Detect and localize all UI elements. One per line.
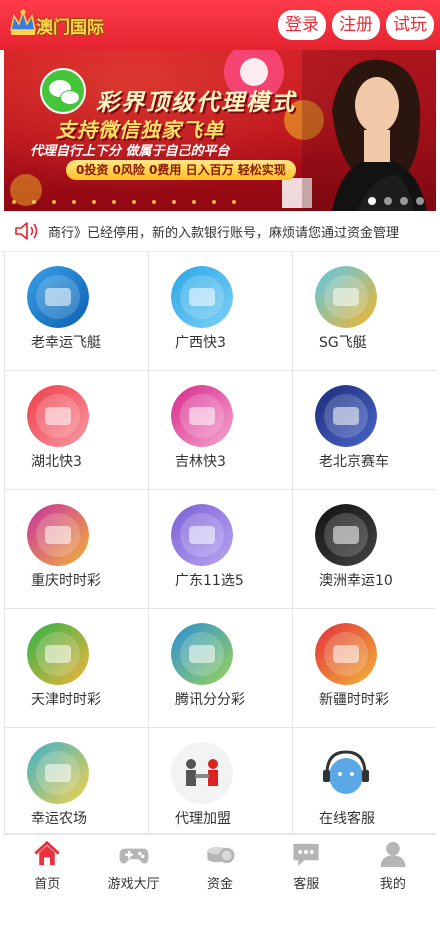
game-tile[interactable]: 重庆时时彩 [5, 490, 149, 609]
racecar-icon [315, 385, 377, 447]
game-tile[interactable]: 代理加盟 [149, 728, 293, 834]
model-photo [302, 50, 436, 211]
logo-text: 澳门国际 [36, 17, 104, 38]
game-tile[interactable]: SG飞艇 [293, 252, 436, 371]
bottom-tabbar: 首页 游戏大厅 资金 客服 我的 [4, 834, 436, 892]
handshake-icon [171, 742, 233, 804]
game-label: 在线客服 [319, 811, 375, 827]
top-header: 澳门国际 登录 注册 试玩 [0, 0, 440, 50]
boat-icon [27, 266, 89, 328]
login-button[interactable]: 登录 [278, 10, 326, 40]
game-grid: 老幸运飞艇 广西快3 SG飞艇湖北快3 吉林快3 老北京赛车重庆时时彩 广东11选5 澳洲幸… [4, 252, 436, 834]
game-tile[interactable]: 老幸运飞艇 [5, 252, 149, 371]
lucky10-icon [315, 504, 377, 566]
game-tile[interactable]: 广西快3 [149, 252, 293, 371]
game-tile[interactable]: 澳洲幸运10 [293, 490, 436, 609]
game-label: 广东11选5 [175, 573, 244, 589]
tab-label: 游戏大厅 [107, 877, 160, 892]
game-tile[interactable]: 老北京赛车 [293, 371, 436, 490]
carousel-dot[interactable] [400, 197, 408, 205]
speaker-icon [15, 222, 38, 240]
carousel-dot[interactable] [416, 197, 424, 205]
headset-icon [315, 742, 377, 804]
game-label: 代理加盟 [175, 811, 231, 827]
promo-banner[interactable]: 彩界顶级代理模式 支持微信独家飞单 代理自行上下分 做属于自己的平台 0投资 0… [4, 50, 436, 211]
tab-user[interactable]: 我的 [350, 835, 436, 892]
tab-home[interactable]: 首页 [4, 835, 90, 892]
game-tile[interactable]: 湖北快3 [5, 371, 149, 490]
carousel-dot[interactable] [368, 197, 376, 205]
game-label: 吉林快3 [175, 454, 226, 470]
trial-button[interactable]: 试玩 [386, 10, 434, 40]
game-label: 湖北快3 [31, 454, 82, 470]
game-label: 重庆时时彩 [31, 573, 101, 589]
coins-icon [207, 846, 235, 864]
game-tile[interactable]: 腾讯分分彩 [149, 609, 293, 728]
notice-bar[interactable]: 商行》已经停用，新的入款银行账号，麻烦请您通过资金管理 [0, 211, 440, 252]
home-icon [34, 840, 60, 866]
tab-gamepad[interactable]: 游戏大厅 [90, 835, 176, 892]
game-label: 腾讯分分彩 [175, 692, 245, 708]
ssc-icon [27, 504, 89, 566]
user-icon [380, 841, 406, 868]
kuai3-icon [171, 385, 233, 447]
game-tile[interactable]: 新疆时时彩 [293, 609, 436, 728]
banner-pill: 0投资 0风险 0费用 日入百万 轻松实现 [66, 160, 296, 180]
notice-text: 商行》已经停用，新的入款银行账号，麻烦请您通过资金管理 [48, 225, 400, 241]
kuai3-icon [27, 385, 89, 447]
chat-icon [293, 843, 319, 867]
game-label: 老幸运飞艇 [31, 335, 101, 351]
carousel-dots [368, 197, 424, 205]
tab-label: 首页 [34, 877, 61, 892]
game-label: 老北京赛车 [319, 454, 389, 470]
game-tile[interactable]: 吉林快3 [149, 371, 293, 490]
tab-label: 资金 [207, 877, 234, 892]
kuai3-icon [171, 266, 233, 328]
game-label: 澳洲幸运10 [319, 573, 393, 589]
game-label: 幸运农场 [31, 811, 87, 827]
ssc-icon [315, 623, 377, 685]
banner-subheadline: 支持微信独家飞单 [56, 118, 224, 142]
game-label: SG飞艇 [319, 335, 367, 351]
ssc-icon [27, 623, 89, 685]
site-logo[interactable]: 澳门国际 [8, 5, 104, 45]
wechat-icon [40, 68, 86, 114]
banner-tagline: 代理自行上下分 做属于自己的平台 [30, 144, 230, 159]
game-tile[interactable]: 天津时时彩 [5, 609, 149, 728]
game-tile[interactable]: 在线客服 [293, 728, 436, 834]
tab-coins[interactable]: 资金 [177, 835, 263, 892]
game-label: 天津时时彩 [31, 692, 101, 708]
farm-icon [27, 742, 89, 804]
tab-label: 我的 [379, 877, 406, 892]
tencent-icon [171, 623, 233, 685]
crown-icon [10, 9, 36, 35]
game-tile[interactable]: 广东11选5 [149, 490, 293, 609]
gamepad-icon [119, 848, 149, 864]
banner-headline: 彩界顶级代理模式 [96, 90, 296, 116]
jetski-icon [315, 266, 377, 328]
game-label: 新疆时时彩 [319, 692, 389, 708]
auth-buttons: 登录 注册 试玩 [278, 10, 434, 40]
carousel-dot[interactable] [384, 197, 392, 205]
register-button[interactable]: 注册 [332, 10, 380, 40]
tab-chat[interactable]: 客服 [263, 835, 349, 892]
game-label: 广西快3 [175, 335, 226, 351]
game-tile[interactable]: 幸运农场 [5, 728, 149, 834]
tab-label: 客服 [293, 877, 320, 892]
11x5-icon [171, 504, 233, 566]
